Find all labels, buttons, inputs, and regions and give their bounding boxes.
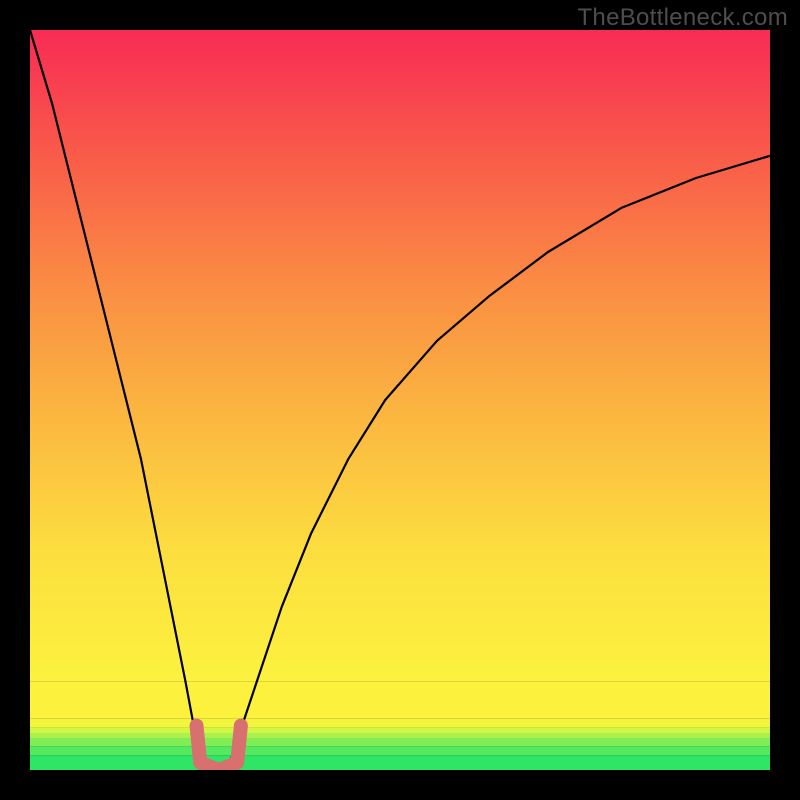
- watermark-text: TheBottleneck.com: [577, 4, 788, 32]
- bottleneck-chart: [30, 30, 770, 770]
- chart-frame: TheBottleneck.com: [0, 0, 800, 800]
- plot-area: [30, 30, 770, 770]
